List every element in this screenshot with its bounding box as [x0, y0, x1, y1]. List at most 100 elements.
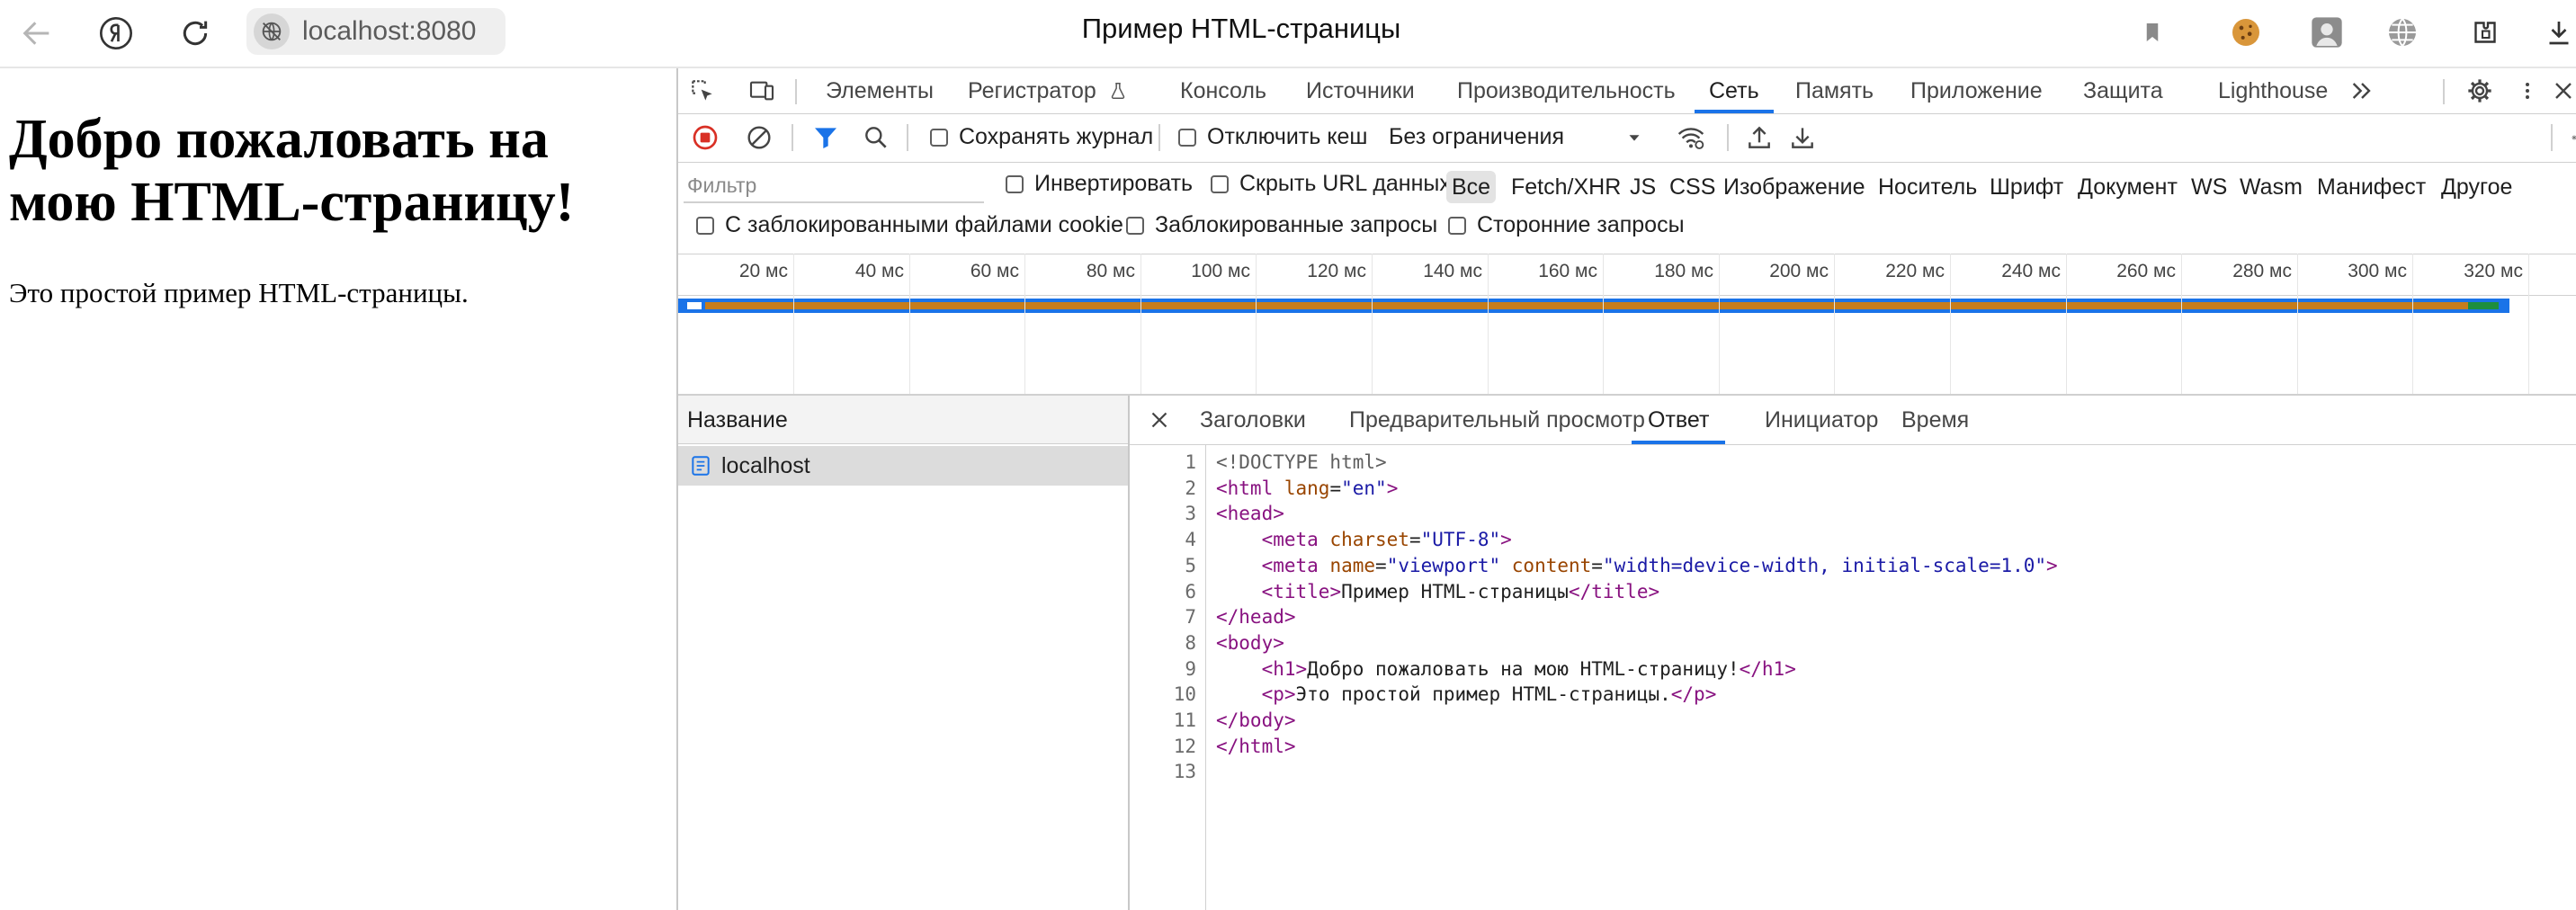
filter-type-other[interactable]: Другое — [2441, 171, 2512, 203]
filter-type-all[interactable]: Все — [1446, 171, 1497, 203]
line-number: 3 — [1185, 503, 1196, 525]
timeline-tick-label: 260 мс — [2116, 261, 2176, 281]
page-paragraph: Это простой пример HTML-страницы. — [9, 277, 469, 308]
more-tabs-icon[interactable] — [2348, 76, 2376, 105]
timeline-tick-label: 140 мс — [1423, 261, 1482, 281]
filter-type-wasm[interactable]: Wasm — [2240, 171, 2303, 203]
checkbox-box — [1006, 174, 1024, 193]
extensions-icon[interactable] — [2464, 12, 2506, 53]
line-number: 13 — [1173, 761, 1196, 783]
checkbox-box — [1448, 216, 1466, 235]
disable-cache-checkbox[interactable]: Отключить кеш — [1178, 124, 1368, 150]
import-har-icon[interactable] — [1743, 121, 1775, 154]
timeline-gridline — [1256, 254, 1257, 394]
export-har-icon[interactable] — [1786, 121, 1819, 154]
network-conditions-icon[interactable] — [1675, 121, 1707, 154]
tab-network[interactable]: Сеть — [1695, 68, 1774, 113]
filter-type-fetch-xhr[interactable]: Fetch/XHR — [1511, 171, 1621, 203]
tab-sources[interactable]: Источники — [1306, 68, 1415, 113]
filter-type-media[interactable]: Носитель — [1878, 171, 1977, 203]
request-row[interactable]: localhost — [678, 446, 1128, 486]
line-number: 10 — [1173, 683, 1196, 706]
third-party-label: Сторонние запросы — [1477, 212, 1685, 237]
reload-icon[interactable] — [174, 13, 216, 54]
timeline-tick-label: 240 мс — [2001, 261, 2061, 281]
timeline-gridline — [1488, 254, 1489, 394]
blocked-requests-label: Заблокированные запросы — [1155, 212, 1438, 237]
blocked-cookies-checkbox[interactable]: С заблокированными файлами cookie — [696, 212, 1123, 238]
network-overview-timeline[interactable]: 20 мс 40 мс 60 мс 80 мс 100 мс 120 мс 140 мс 16… — [678, 254, 2576, 396]
filter-funnel-icon[interactable] — [809, 121, 842, 154]
settings-gear-icon[interactable] — [2464, 76, 2495, 106]
tab-response[interactable]: Ответ — [1631, 396, 1726, 444]
line-number-gutter: 1 2 3 4 5 6 7 8 9 10 11 12 13 — [1130, 444, 1206, 910]
flask-icon — [1111, 83, 1124, 99]
filter-type-css[interactable]: CSS — [1669, 171, 1715, 203]
tab-console[interactable]: Консоль — [1180, 68, 1266, 113]
timeline-gridline — [1950, 254, 1951, 394]
request-details-pane: Заголовки Предварительный просмотр Ответ… — [1130, 396, 2576, 910]
search-icon[interactable] — [860, 121, 892, 154]
tab-application[interactable]: Приложение — [1910, 68, 2043, 113]
more-options-icon[interactable] — [2517, 76, 2538, 106]
column-header-name[interactable]: Название — [678, 396, 1128, 444]
tab-initiator[interactable]: Инициатор — [1765, 396, 1878, 444]
inspect-element-icon[interactable] — [687, 76, 718, 106]
timeline-tick-label: 180 мс — [1654, 261, 1713, 281]
invert-checkbox[interactable]: Инвертировать — [1006, 171, 1193, 197]
download-icon[interactable] — [2538, 12, 2576, 53]
back-arrow-icon[interactable] — [16, 13, 58, 54]
url-text: localhost:8080 — [302, 16, 477, 46]
filter-input[interactable]: Фильтр — [684, 169, 984, 203]
filter-type-js[interactable]: JS — [1630, 171, 1656, 203]
profile-avatar-icon[interactable] — [2306, 12, 2348, 53]
timeline-tick-label: 200 мс — [1769, 261, 1829, 281]
close-details-icon[interactable] — [1146, 406, 1173, 433]
filter-type-document[interactable]: Документ — [2078, 171, 2178, 203]
filter-type-manifest[interactable]: Манифест — [2317, 171, 2426, 203]
tab-security[interactable]: Защита — [2083, 68, 2163, 113]
tab-preview[interactable]: Предварительный просмотр — [1349, 396, 1645, 444]
request-list: Название localhost — [678, 396, 1130, 910]
site-info-icon[interactable] — [254, 13, 290, 49]
tab-performance[interactable]: Производительность — [1457, 68, 1676, 113]
source-line: <meta name="viewport" content="width=dev… — [1261, 554, 2058, 576]
third-party-checkbox[interactable]: Сторонние запросы — [1448, 212, 1685, 238]
source-line: </head> — [1216, 606, 1296, 629]
tab-memory[interactable]: Память — [1795, 68, 1874, 113]
devtools-panel: Элементы Регистратор Консоль Источники П… — [676, 68, 2576, 910]
globe-icon[interactable] — [2382, 12, 2423, 53]
timeline-axis — [678, 295, 2576, 296]
clear-icon[interactable] — [743, 121, 775, 154]
address-bar[interactable]: localhost:8080 — [246, 8, 505, 55]
record-stop-icon[interactable] — [689, 121, 721, 154]
timeline-gridline — [1372, 254, 1373, 394]
filter-type-ws[interactable]: WS — [2191, 171, 2227, 203]
cookie-extension-icon[interactable] — [2225, 12, 2267, 53]
timeline-tick-label: 80 мс — [1086, 261, 1135, 281]
line-number: 2 — [1185, 477, 1196, 499]
filter-type-font[interactable]: Шрифт — [1990, 171, 2063, 203]
page-heading: Добро пожаловать на мою HTML-страницу! — [9, 109, 575, 233]
blocked-requests-checkbox[interactable]: Заблокированные запросы — [1126, 212, 1437, 238]
request-bar-download — [705, 302, 2477, 309]
network-settings-gear-icon[interactable] — [2560, 123, 2576, 152]
checkbox-box — [930, 128, 948, 147]
tab-timing[interactable]: Время — [1901, 396, 1969, 444]
timeline-tick-label: 40 мс — [854, 261, 904, 281]
preserve-log-checkbox[interactable]: Сохранять журнал — [930, 124, 1153, 150]
tab-lighthouse[interactable]: Lighthouse — [2218, 68, 2328, 113]
hide-data-urls-checkbox[interactable]: Скрыть URL данных — [1211, 171, 1451, 197]
throttling-select[interactable]: Без ограничения — [1389, 124, 1659, 150]
tab-elements[interactable]: Элементы — [826, 68, 934, 113]
request-bar-start — [687, 302, 702, 309]
bookmark-icon[interactable] — [2132, 12, 2173, 53]
filter-type-image[interactable]: Изображение — [1723, 171, 1865, 203]
tab-headers[interactable]: Заголовки — [1200, 396, 1306, 444]
checkbox-box — [1178, 128, 1196, 147]
close-devtools-icon[interactable] — [2549, 76, 2576, 106]
source-line: </html> — [1216, 735, 1296, 757]
device-toolbar-icon[interactable] — [747, 76, 777, 106]
yandex-logo-icon[interactable] — [95, 13, 137, 54]
tab-recorder[interactable]: Регистратор — [968, 68, 1128, 113]
